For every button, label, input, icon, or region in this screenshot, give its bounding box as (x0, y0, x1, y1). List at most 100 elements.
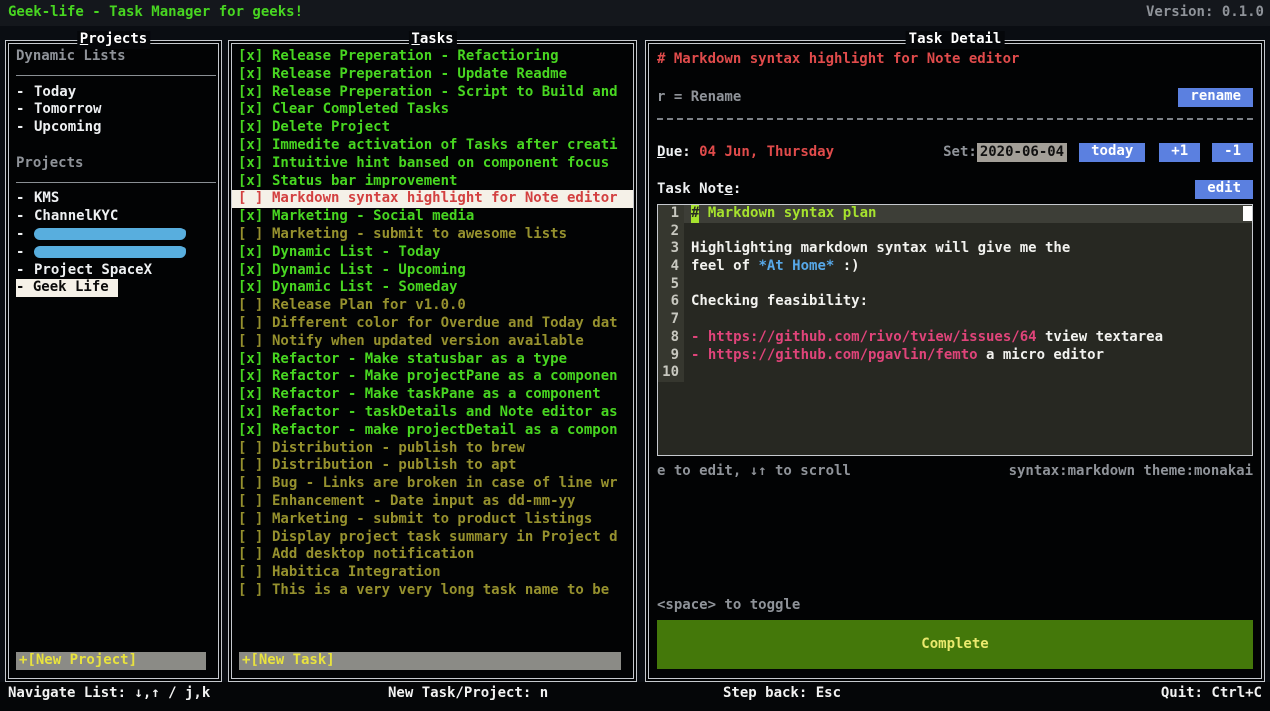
task-checkbox[interactable]: [x] (238, 173, 264, 191)
task-checkbox[interactable]: [x] (238, 244, 264, 262)
projects-list: Dynamic Lists-Today-Tomorrow-UpcomingPro… (9, 44, 218, 678)
task-checkbox[interactable]: [x] (238, 48, 264, 66)
task-checkbox[interactable]: [x] (238, 66, 264, 84)
task-checkbox[interactable]: [x] (238, 386, 264, 404)
task-item[interactable]: [x]Dynamic List - Today (232, 244, 633, 262)
project-item[interactable]: -Project SpaceX (9, 262, 218, 280)
task-item[interactable]: [ ] Add desktop notification (232, 546, 633, 564)
task-checkbox[interactable]: [x] (238, 404, 264, 422)
project-item[interactable]: -ChannelKYC (9, 208, 218, 226)
complete-button[interactable]: Complete (657, 620, 1253, 669)
task-checkbox[interactable]: [x] (238, 84, 264, 102)
task-checkbox[interactable]: [x] (238, 368, 264, 386)
task-item[interactable]: [ ]Marketing - submit to product listing… (232, 511, 633, 529)
task-checkbox[interactable]: [x] (238, 279, 264, 297)
task-checkbox[interactable]: [ ] (238, 333, 264, 351)
task-item[interactable]: [ ] Marketing - submit to awesome lists (232, 226, 633, 244)
statusbar-quit-hint: Quit: Ctrl+C (1161, 685, 1262, 703)
task-item[interactable]: [x]Marketing - Social media (232, 208, 633, 226)
task-item[interactable]: [x]Refactor - Make projectPane as a comp… (232, 368, 633, 386)
task-checkbox[interactable]: [ ] (238, 582, 264, 600)
task-item[interactable]: [x]Refactor - Make statusbar as a type (232, 351, 633, 369)
task-checkbox[interactable]: [x] (238, 155, 264, 173)
task-checkbox[interactable]: [x] (238, 101, 264, 119)
task-checkbox[interactable]: [ ] (238, 493, 264, 511)
task-checkbox[interactable]: [x] (238, 422, 264, 440)
task-item[interactable]: [x]Refactor - make projectDetail as a co… (232, 422, 633, 440)
task-checkbox[interactable]: [x] (238, 262, 264, 280)
project-bullet: - (16, 208, 34, 226)
syntax-plain-segment: feel of (691, 258, 758, 276)
task-label: Immedite activation of Tasks after creat… (272, 137, 618, 153)
task-item[interactable]: [ ]Release Plan for v1.0.0 (232, 297, 633, 315)
task-item[interactable]: [ ]Different color for Overdue and Today… (232, 315, 633, 333)
task-item[interactable]: [x]Refactor - taskDetails and Note edito… (232, 404, 633, 422)
due-label-value: Due: 04 Jun, Thursday (657, 144, 834, 162)
task-item[interactable]: [ ]Display project task summary in Proje… (232, 529, 633, 547)
task-item[interactable]: [x]Dynamic List - Someday (232, 279, 633, 297)
task-checkbox[interactable]: [ ] (238, 297, 264, 315)
rename-button[interactable]: rename (1178, 88, 1253, 107)
today-button[interactable]: today (1079, 143, 1145, 162)
task-item[interactable]: [ ]Enhancement - Date input as dd-mm-yy (232, 493, 633, 511)
task-checkbox[interactable]: [ ] (238, 511, 264, 529)
task-checkbox[interactable]: [x] (238, 208, 264, 226)
line-number: 6 (658, 293, 684, 311)
edit-button[interactable]: edit (1195, 180, 1253, 199)
project-item[interactable]: - (9, 244, 218, 262)
new-task-button[interactable]: +[New Task] (239, 652, 621, 670)
task-detail-body: # Markdown syntax highlight for Note edi… (649, 44, 1261, 678)
plus-one-button[interactable]: +1 (1159, 143, 1200, 162)
task-checkbox[interactable]: [ ] (238, 315, 264, 333)
task-item[interactable]: [x]Delete Project (232, 119, 633, 137)
new-project-button[interactable]: +[New Project] (16, 652, 206, 670)
task-item[interactable]: [x]Refactor - Make taskPane as a compone… (232, 386, 633, 404)
task-checkbox[interactable]: [x] (238, 137, 264, 155)
task-item[interactable]: [ ]Distribution - publish to brew (232, 440, 633, 458)
task-checkbox[interactable]: [ ] (238, 546, 264, 564)
project-item[interactable]: -Today (9, 84, 218, 102)
task-checkbox[interactable]: [x] (238, 351, 264, 369)
task-checkbox[interactable]: [ ] (238, 226, 264, 244)
projects-panel-title: Projects (77, 31, 150, 49)
project-item[interactable]: -Tomorrow (9, 101, 218, 119)
task-label: Marketing - submit to awesome lists (272, 226, 567, 242)
editor-line: 8- https://github.com/rivo/tview/issues/… (658, 329, 1252, 347)
task-item[interactable]: [ ]Notify when updated version available (232, 333, 633, 351)
task-checkbox[interactable]: [ ] (238, 457, 264, 475)
task-item[interactable]: [ ]Markdown syntax highlight for Note ed… (232, 190, 633, 208)
task-item[interactable]: [x]Intuitive hint bansed on component fo… (232, 155, 633, 173)
task-item[interactable]: [x]Release Preperation - Refactioring (232, 48, 633, 66)
task-item[interactable]: [x]Status bar improvement (232, 173, 633, 191)
task-checkbox[interactable]: [ ] (238, 529, 264, 547)
task-item[interactable]: [x]Clear Completed Tasks (232, 101, 633, 119)
task-item[interactable]: [ ]Habitica Integration (232, 564, 633, 582)
tasks-panel-title: Tasks (408, 31, 456, 49)
task-label: Add desktop notification (272, 546, 474, 562)
minus-one-button[interactable]: -1 (1212, 143, 1253, 162)
task-item[interactable]: [x]Release Preperation - Update Readme (232, 66, 633, 84)
task-item[interactable]: [x]Dynamic List - Upcoming (232, 262, 633, 280)
divider (657, 118, 1253, 120)
task-item[interactable]: [x]Release Preperation - Script to Build… (232, 84, 633, 102)
project-item[interactable]: - (9, 226, 218, 244)
task-checkbox[interactable]: [ ] (238, 475, 264, 493)
task-checkbox[interactable]: [ ] (238, 564, 264, 582)
task-item[interactable]: [ ]Distribution - publish to apt (232, 457, 633, 475)
editor-line: 5 (658, 276, 1252, 294)
project-item[interactable]: - Geek Life (9, 279, 218, 297)
editor-line: 2 (658, 223, 1252, 241)
project-item[interactable]: -Upcoming (9, 119, 218, 137)
project-item[interactable]: -KMS (9, 190, 218, 208)
note-editor[interactable]: 1# Markdown syntax plan23Highlighting ma… (657, 204, 1253, 456)
separator-line (16, 75, 216, 76)
task-item[interactable]: [ ]This is a very very long task name to… (232, 582, 633, 600)
line-content: - https://github.com/pgavlin/femto a mic… (684, 347, 1252, 365)
task-item[interactable]: [ ] Bug - Links are broken in case of lin… (232, 475, 633, 493)
task-checkbox[interactable]: [ ] (238, 190, 264, 208)
task-item[interactable]: [x] Immedite activation of Tasks after cr… (232, 137, 633, 155)
task-label: Bug - Links are broken in case of line w… (272, 475, 618, 491)
due-date-input[interactable]: 2020-06-04 (977, 143, 1067, 162)
task-checkbox[interactable]: [ ] (238, 440, 264, 458)
task-checkbox[interactable]: [x] (238, 119, 264, 137)
